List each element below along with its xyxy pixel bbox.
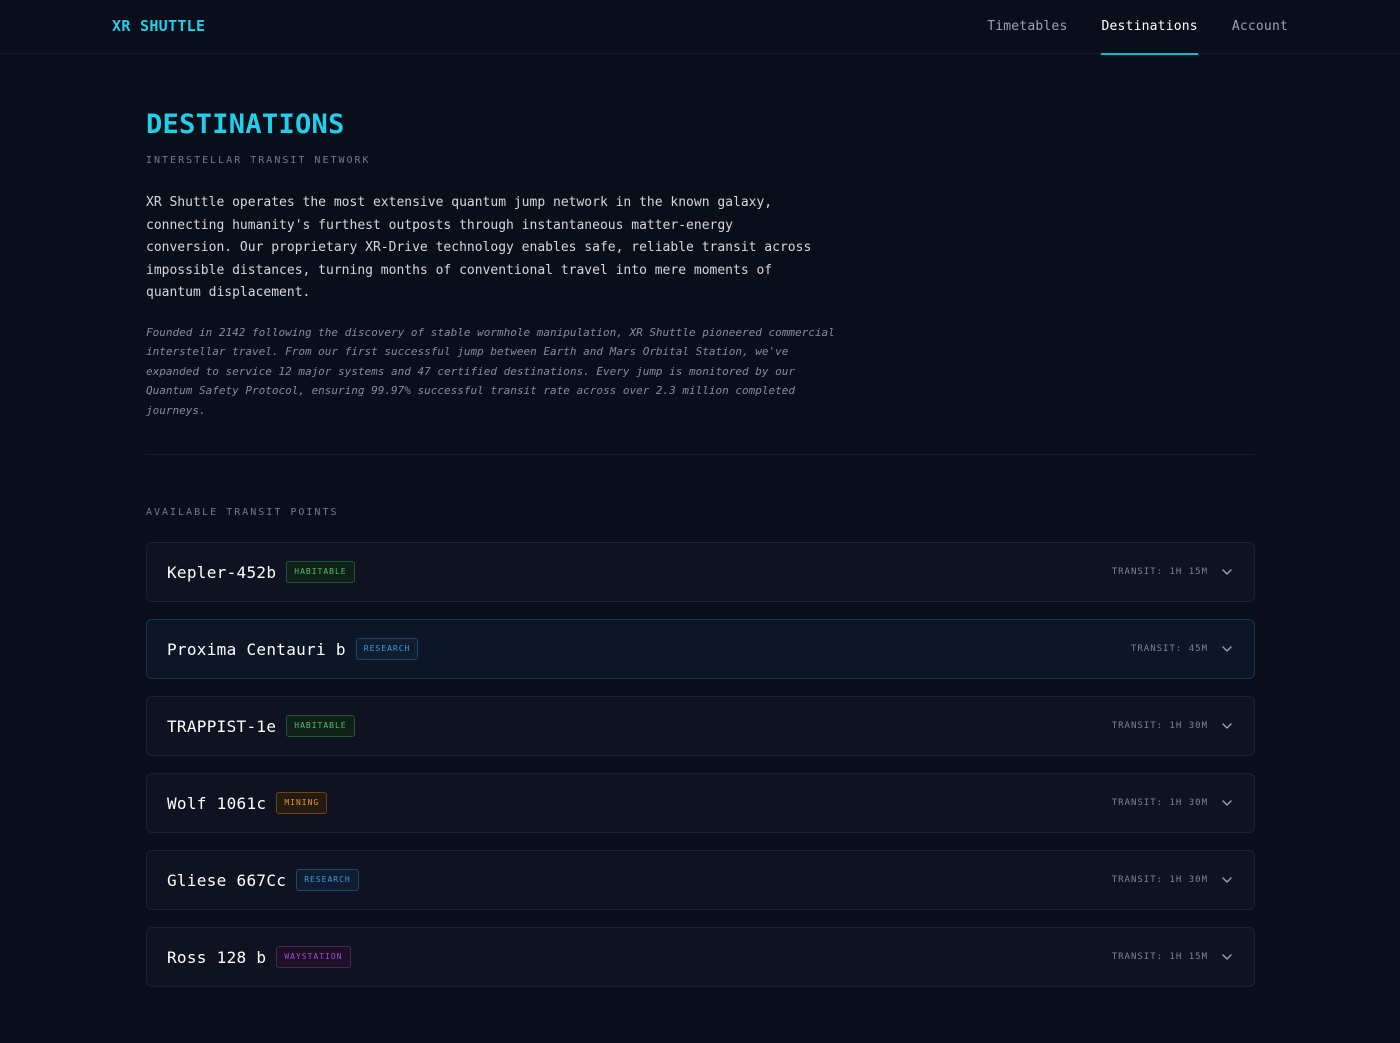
- page-subtitle: INTERSTELLAR TRANSIT NETWORK: [146, 155, 371, 166]
- destination-card-ross-128-b[interactable]: Ross 128 b WAYSTATION TRANSIT: 1H 15M: [146, 927, 1255, 988]
- history-paragraph: Founded in 2142 following the discovery …: [146, 325, 835, 417]
- destination-card-trappist-1e[interactable]: TRAPPIST-1e HABITABLE TRANSIT: 1H 30M: [146, 696, 1255, 757]
- chevron-down-icon[interactable]: [1220, 719, 1234, 733]
- destination-card-wolf-1061c[interactable]: Wolf 1061c MINING TRANSIT: 1H 30M: [146, 773, 1255, 834]
- page-title: DESTINATIONS: [146, 109, 345, 140]
- status-badge: RESEARCH: [355, 638, 419, 661]
- transit-time: TRANSIT: 1H 30M: [1111, 875, 1208, 886]
- nav-item-account[interactable]: Account: [1232, 0, 1288, 54]
- intro-paragraph: XR Shuttle operates the most extensive q…: [146, 195, 812, 301]
- destination-name: TRAPPIST-1e: [167, 716, 277, 736]
- chevron-down-icon[interactable]: [1220, 873, 1234, 887]
- main-nav: Timetables Destinations Account: [987, 0, 1288, 55]
- main-content: DESTINATIONS INTERSTELLAR TRANSIT NETWOR…: [146, 108, 1255, 988]
- transit-time: TRANSIT: 1H 15M: [1111, 567, 1208, 578]
- chevron-down-icon[interactable]: [1220, 796, 1234, 810]
- transit-time: TRANSIT: 1H 30M: [1111, 721, 1208, 732]
- destination-name: Wolf 1061c: [167, 793, 267, 813]
- destination-name: Kepler-452b: [167, 562, 277, 582]
- destination-name: Proxima Centauri b: [167, 639, 346, 659]
- nav-item-destinations[interactable]: Destinations: [1101, 0, 1199, 55]
- status-badge: HABITABLE: [286, 561, 355, 584]
- destination-card-gliese-667cc[interactable]: Gliese 667Cc RESEARCH TRANSIT: 1H 30M: [146, 850, 1255, 911]
- top-navigation-bar: XR SHUTTLE Timetables Destinations Accou…: [0, 0, 1400, 55]
- status-badge: HABITABLE: [286, 715, 355, 738]
- destination-list: Kepler-452b HABITABLE TRANSIT: 1H 15M Pr…: [146, 542, 1255, 988]
- destination-name: Ross 128 b: [167, 947, 267, 967]
- status-badge: RESEARCH: [296, 869, 359, 892]
- transit-time: TRANSIT: 45M: [1130, 644, 1208, 655]
- section-divider: [146, 454, 1255, 456]
- section-label: AVAILABLE TRANSIT POINTS: [146, 507, 339, 519]
- status-badge: WAYSTATION: [276, 946, 351, 969]
- nav-item-timetables[interactable]: Timetables: [987, 0, 1067, 54]
- destination-card-kepler-452b[interactable]: Kepler-452b HABITABLE TRANSIT: 1H 15M: [146, 542, 1255, 603]
- chevron-down-icon[interactable]: [1220, 950, 1234, 964]
- chevron-down-icon[interactable]: [1220, 565, 1234, 579]
- logo[interactable]: XR SHUTTLE: [112, 17, 205, 35]
- destination-name: Gliese 667Cc: [167, 870, 287, 890]
- transit-time: TRANSIT: 1H 30M: [1111, 798, 1208, 809]
- transit-time: TRANSIT: 1H 15M: [1111, 952, 1208, 963]
- destination-card-proxima-centauri-b[interactable]: Proxima Centauri b RESEARCH TRANSIT: 45M: [146, 619, 1255, 680]
- chevron-down-icon[interactable]: [1220, 642, 1234, 656]
- status-badge: MINING: [276, 792, 328, 815]
